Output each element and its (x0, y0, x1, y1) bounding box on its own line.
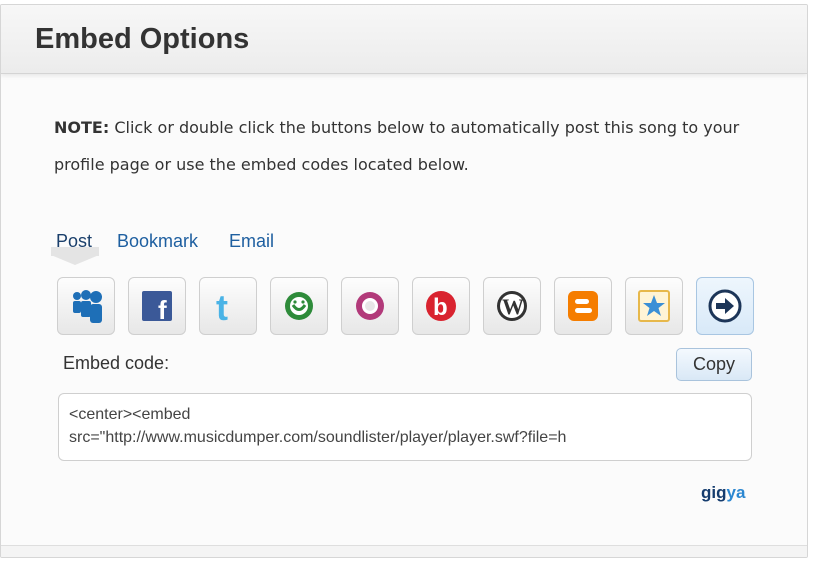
embed-options-panel: Embed Options NOTE: Click or double clic… (0, 4, 808, 558)
active-tab-pointer (51, 255, 99, 265)
note-body: Click or double click the buttons below … (54, 118, 740, 174)
more-button[interactable] (696, 277, 754, 335)
copy-button[interactable]: Copy (676, 348, 752, 381)
myspace-icon (68, 288, 104, 324)
facebook-icon: f (140, 289, 174, 323)
note-text: NOTE: Click or double click the buttons … (54, 109, 754, 183)
svg-text:f: f (158, 295, 167, 323)
orb-icon (353, 289, 387, 323)
favorite-star-icon (637, 289, 671, 323)
myspace-button[interactable] (57, 277, 115, 335)
blogger-icon (566, 289, 600, 323)
twitter-icon: t (211, 288, 245, 324)
gigya-logo-part2: ya (726, 483, 746, 502)
orkut-icon (282, 289, 316, 323)
orb-button[interactable] (341, 277, 399, 335)
wordpress-button[interactable]: W (483, 277, 541, 335)
gigya-logo-part1: gig (701, 483, 727, 502)
panel-footer (1, 545, 807, 557)
bebo-icon: b (424, 289, 458, 323)
embed-code-field[interactable]: <center><embed src="http://www.musicdump… (58, 393, 752, 461)
more-arrow-icon (707, 288, 743, 324)
twitter-button[interactable]: t (199, 277, 257, 335)
tab-email[interactable]: Email (229, 231, 274, 252)
embed-code-label: Embed code: (63, 353, 170, 373)
facebook-button[interactable]: f (128, 277, 186, 335)
panel-header: Embed Options (1, 5, 807, 74)
panel-title: Embed Options (35, 23, 250, 55)
tab-bookmark[interactable]: Bookmark (117, 231, 198, 252)
svg-text:t: t (216, 288, 228, 324)
gigya-logo[interactable]: gigya (701, 483, 745, 503)
bebo-button[interactable]: b (412, 277, 470, 335)
note-label: NOTE: (54, 118, 110, 137)
blogger-button[interactable] (554, 277, 612, 335)
orkut-button[interactable] (270, 277, 328, 335)
svg-text:W: W (502, 294, 524, 319)
tab-post[interactable]: Post (56, 231, 92, 252)
favorites-button[interactable] (625, 277, 683, 335)
wordpress-icon: W (495, 289, 529, 323)
svg-text:b: b (433, 294, 448, 321)
